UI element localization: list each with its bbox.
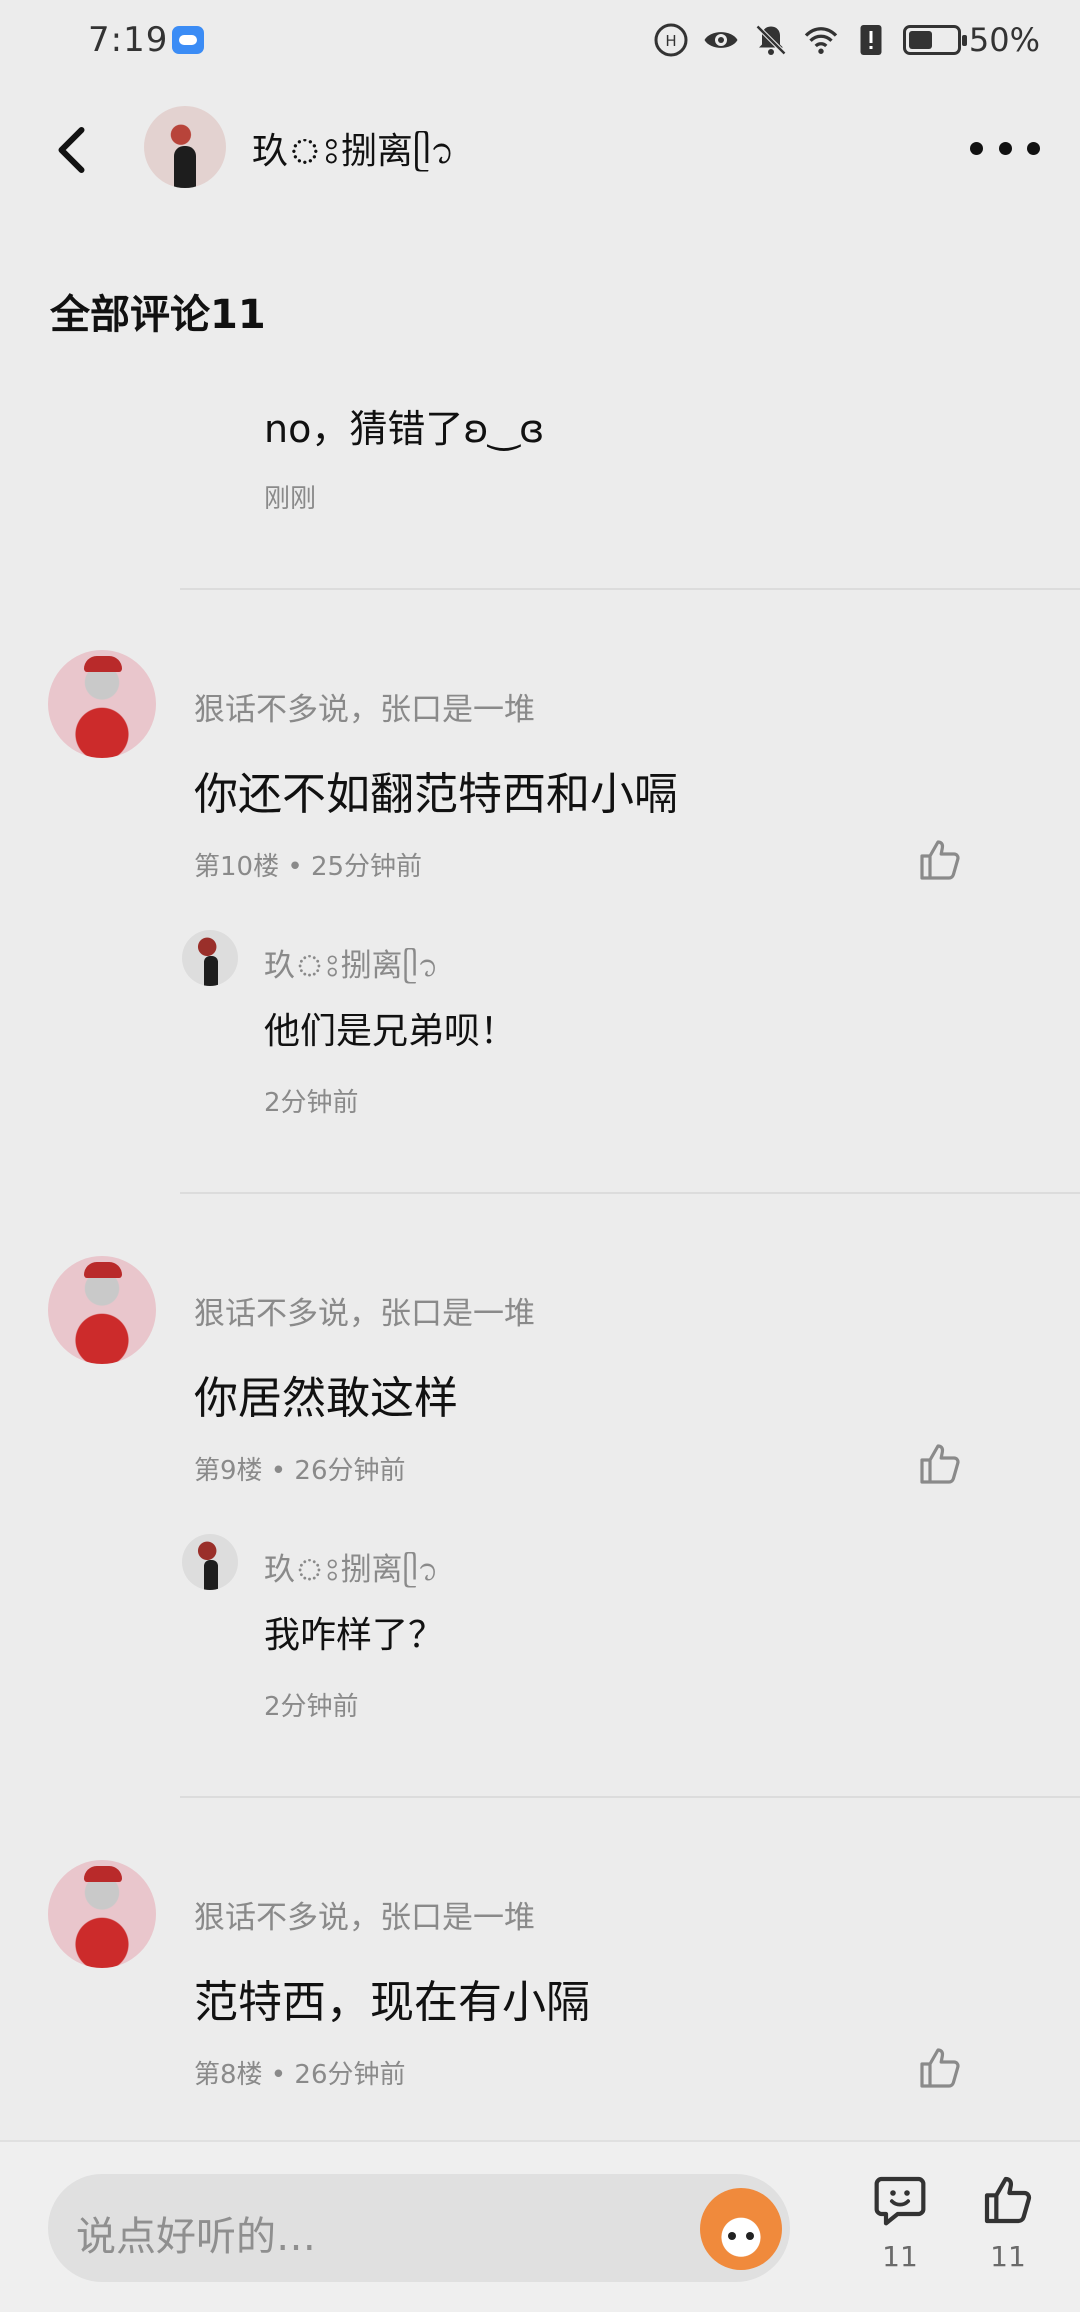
comment-bubble-icon bbox=[874, 2176, 926, 2226]
battery-percent: 50% bbox=[968, 21, 1040, 59]
reply-author[interactable]: 玖ঃ捌离ᥫ᭡ bbox=[264, 940, 438, 999]
header-username[interactable]: 玖ঃ捌离ᥫ᭡ bbox=[252, 122, 454, 190]
reply-author[interactable]: 玖ঃ捌离ᥫ᭡ bbox=[264, 1544, 438, 1603]
comment-text[interactable]: 你还不如翻范特西和小嗝 bbox=[194, 758, 678, 822]
reply-avatar[interactable] bbox=[182, 1534, 238, 1590]
sim-alert-icon bbox=[860, 25, 882, 55]
divider bbox=[180, 588, 1080, 590]
wifi-icon bbox=[804, 27, 838, 54]
more-button[interactable] bbox=[970, 128, 1040, 168]
thumbs-up-icon bbox=[920, 840, 960, 880]
reply-time: 2分钟前 bbox=[264, 1692, 359, 1722]
comments-button[interactable]: 11 bbox=[868, 2172, 932, 2273]
comment-meta: 第8楼 • 26分钟前 bbox=[194, 2060, 406, 2090]
like-post-button[interactable]: 11 bbox=[976, 2172, 1040, 2273]
like-button[interactable] bbox=[916, 1440, 964, 1488]
cloud-icon bbox=[172, 26, 204, 54]
comment-author[interactable]: 狠话不多说，张口是一堆 bbox=[194, 684, 535, 729]
svg-text:H: H bbox=[665, 32, 676, 50]
thumbs-up-icon bbox=[920, 1444, 960, 1484]
status-bar: 7:19 H 50% bbox=[0, 0, 1080, 84]
status-time: 7:19 bbox=[88, 20, 169, 60]
comment-avatar[interactable] bbox=[48, 1256, 156, 1364]
reply-text[interactable]: 他们是兄弟呗！ bbox=[264, 1002, 516, 1054]
like-button[interactable] bbox=[916, 2044, 964, 2092]
reply-time: 刚刚 bbox=[264, 484, 317, 514]
battery-indicator: 50% bbox=[902, 21, 1040, 59]
mute-icon bbox=[755, 24, 786, 56]
comment-input-placeholder: 说点好听的… bbox=[76, 2214, 316, 2260]
section-title: 全部评论11 bbox=[50, 292, 266, 338]
comment-text[interactable]: 你居然敢这样 bbox=[194, 1362, 458, 1426]
mascot-emoji-icon[interactable] bbox=[700, 2188, 782, 2270]
comment-avatar[interactable] bbox=[48, 650, 156, 758]
divider bbox=[180, 1192, 1080, 1194]
reply-avatar[interactable] bbox=[182, 930, 238, 986]
comment-author[interactable]: 狠话不多说，张口是一堆 bbox=[194, 1892, 535, 1937]
header: 玖ঃ捌离ᥫ᭡ bbox=[0, 90, 1080, 210]
comment-author[interactable]: 狠话不多说，张口是一堆 bbox=[194, 1288, 535, 1333]
comment-meta: 第10楼 • 25分钟前 bbox=[194, 852, 423, 882]
comment-avatar[interactable] bbox=[48, 1860, 156, 1968]
like-count: 11 bbox=[990, 2240, 1026, 2273]
comment-input[interactable]: 说点好听的… bbox=[48, 2174, 790, 2282]
battery-icon bbox=[902, 25, 967, 55]
thumbs-up-icon bbox=[920, 2048, 960, 2088]
thumbs-up-icon bbox=[984, 2176, 1032, 2224]
back-button[interactable] bbox=[44, 120, 104, 180]
eye-icon bbox=[704, 32, 738, 48]
data-saver-icon: H bbox=[654, 23, 688, 57]
like-button[interactable] bbox=[916, 836, 964, 884]
comment-meta: 第9楼 • 26分钟前 bbox=[194, 1456, 406, 1486]
comment-count: 11 bbox=[882, 2240, 918, 2273]
chevron-left-icon bbox=[58, 127, 85, 173]
avatar[interactable] bbox=[144, 106, 226, 188]
reply-text[interactable]: no，猜错了ʚ‿ɞ bbox=[264, 398, 544, 453]
bottom-bar: 说点好听的… 11 11 bbox=[0, 2140, 1080, 2312]
comment-text[interactable]: 范特西，现在有小隔 bbox=[194, 1966, 590, 2030]
divider bbox=[180, 1796, 1080, 1798]
reply-text[interactable]: 我咋样了？ bbox=[264, 1606, 444, 1658]
status-icons: H 50% bbox=[653, 18, 1040, 62]
reply-time: 2分钟前 bbox=[264, 1088, 359, 1118]
